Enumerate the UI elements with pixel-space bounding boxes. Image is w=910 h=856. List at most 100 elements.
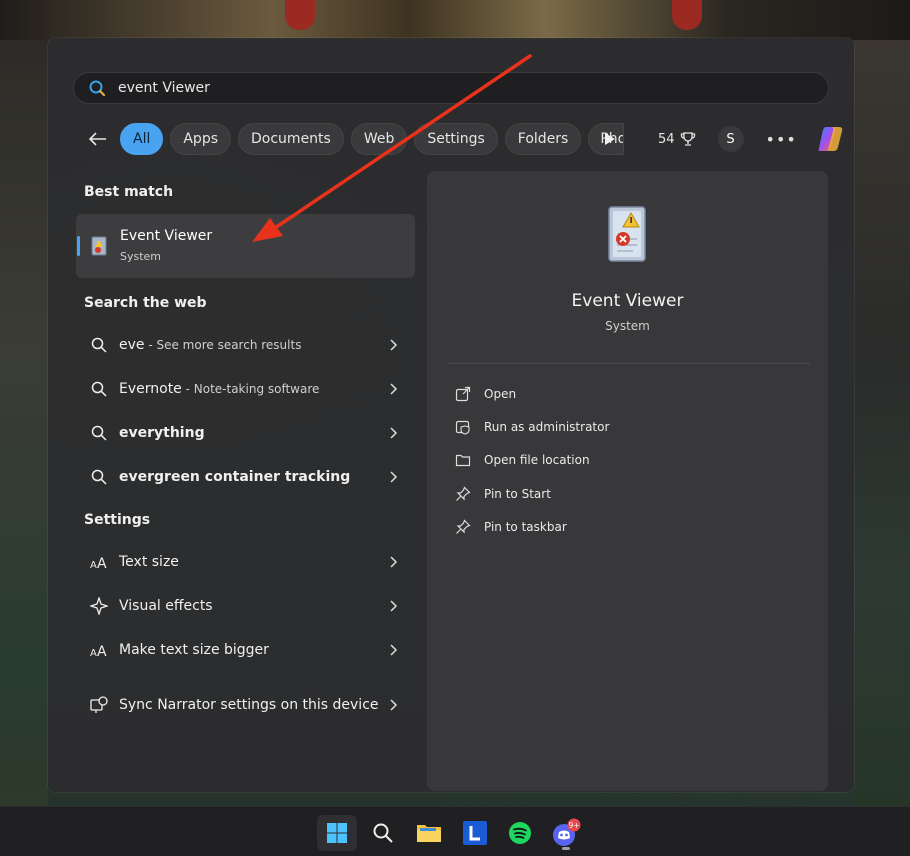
shield-icon (455, 420, 470, 435)
filter-folders[interactable]: Folders (504, 123, 582, 155)
discord-button[interactable]: 9+ (546, 815, 586, 851)
settings-result[interactable]: Sync Narrator settings on this device (76, 680, 416, 730)
selection-indicator (77, 236, 80, 256)
folder-icon (455, 454, 471, 467)
action-label: Pin to Start (484, 487, 551, 501)
action-open[interactable]: Open (455, 383, 516, 405)
svg-text:A: A (97, 644, 107, 659)
chevron-right-icon (390, 339, 398, 351)
chevron-right-icon (390, 600, 398, 612)
best-match-subtitle: System (120, 250, 162, 263)
web-result-query: everything (119, 425, 205, 441)
more-filters-button[interactable] (600, 129, 620, 149)
settings-result[interactable]: Visual effects (76, 586, 416, 626)
web-result[interactable]: eve - See more search results (76, 325, 416, 365)
settings-result-label: Text size (119, 554, 179, 570)
l-app-button[interactable] (455, 815, 495, 851)
filter-all[interactable]: All (120, 123, 164, 155)
svg-text:A: A (90, 560, 97, 571)
trophy-icon (680, 132, 695, 146)
l-app-icon (463, 821, 487, 845)
action-pin-to-taskbar[interactable]: Pin to taskbar (455, 516, 567, 538)
settings-heading: Settings (84, 512, 151, 528)
copilot-icon[interactable] (815, 123, 847, 155)
event-viewer-icon (91, 236, 107, 256)
svg-text:A: A (90, 648, 97, 659)
pin-icon (456, 519, 471, 534)
preview-pane: Event Viewer System Open Run as administ… (427, 171, 828, 791)
chevron-right-icon (390, 471, 398, 483)
chevron-right-icon (390, 699, 398, 711)
file-explorer-button[interactable] (409, 815, 449, 851)
narrator-sync-icon (90, 696, 108, 713)
play-icon (605, 133, 615, 145)
start-icon (327, 823, 347, 843)
event-viewer-icon (608, 206, 646, 262)
search-icon (373, 823, 393, 843)
taskbar: 9+ (0, 806, 910, 856)
action-open-file-location[interactable]: Open file location (455, 449, 590, 471)
notification-badge: 9+ (568, 821, 579, 830)
settings-result-label: Make text size bigger (119, 642, 269, 658)
action-label: Run as administrator (484, 420, 610, 434)
search-icon (91, 469, 107, 485)
spotify-icon (509, 822, 531, 844)
settings-result[interactable]: AA Make text size bigger (76, 630, 416, 670)
discord-icon: 9+ (553, 818, 581, 846)
web-result[interactable]: evergreen container tracking (76, 457, 416, 497)
file-explorer-icon (417, 825, 441, 842)
best-match-item[interactable]: Event Viewer System (76, 214, 415, 278)
chevron-right-icon (390, 383, 398, 395)
web-result-query: Evernote (119, 381, 182, 397)
svg-text:A: A (97, 556, 107, 571)
search-input[interactable] (116, 79, 770, 97)
start-button[interactable] (317, 815, 357, 851)
back-arrow-icon (89, 132, 106, 146)
action-label: Pin to taskbar (484, 520, 567, 534)
visual-effects-icon (90, 597, 108, 615)
settings-result-label: Sync Narrator settings on this device (119, 697, 379, 713)
filter-bar: All Apps Documents Web Settings Folders … (84, 122, 631, 156)
action-label: Open (484, 387, 517, 401)
running-indicator (562, 847, 570, 850)
filter-web[interactable]: Web (350, 123, 408, 155)
web-result[interactable]: everything (76, 413, 416, 453)
chevron-right-icon (390, 556, 398, 568)
search-box[interactable] (73, 72, 829, 104)
preview-title: Event Viewer (571, 291, 684, 311)
wallpaper-left (0, 40, 48, 810)
search-the-web-heading: Search the web (84, 295, 207, 311)
chevron-right-icon (390, 644, 398, 656)
lantern-decoration (285, 0, 315, 30)
divider (447, 363, 810, 364)
back-button[interactable] (84, 125, 112, 153)
filter-apps[interactable]: Apps (170, 123, 232, 155)
web-result-description: - See more search results (144, 338, 302, 352)
web-result[interactable]: Evernote - Note-taking software (76, 369, 416, 409)
open-icon (455, 386, 471, 402)
rewards-points[interactable]: 54 (658, 131, 696, 147)
search-icon (89, 80, 106, 97)
filter-settings[interactable]: Settings (414, 123, 498, 155)
filter-documents[interactable]: Documents (238, 123, 344, 155)
web-result-description: - Note-taking software (181, 382, 320, 396)
search-icon (91, 337, 107, 353)
rewards-count: 54 (658, 131, 675, 147)
search-icon (91, 381, 107, 397)
settings-result-label: Visual effects (119, 598, 213, 614)
best-match-title: Event Viewer (120, 228, 213, 244)
web-result-query: eve (119, 337, 145, 353)
action-label: Open file location (484, 453, 590, 467)
taskbar-search-button[interactable] (363, 815, 403, 851)
action-run-as-administrator[interactable]: Run as administrator (455, 416, 609, 438)
search-header-controls: 54 S ••• (600, 122, 847, 156)
pin-icon (456, 486, 471, 501)
settings-result[interactable]: AA Text size (76, 542, 416, 582)
account-avatar[interactable]: S (717, 126, 744, 152)
action-pin-to-start[interactable]: Pin to Start (455, 483, 551, 505)
spotify-button[interactable] (500, 815, 540, 851)
text-size-icon: AA (90, 556, 107, 571)
more-options-icon[interactable]: ••• (766, 130, 797, 149)
lantern-decoration (672, 0, 702, 30)
text-size-icon: AA (90, 644, 107, 659)
